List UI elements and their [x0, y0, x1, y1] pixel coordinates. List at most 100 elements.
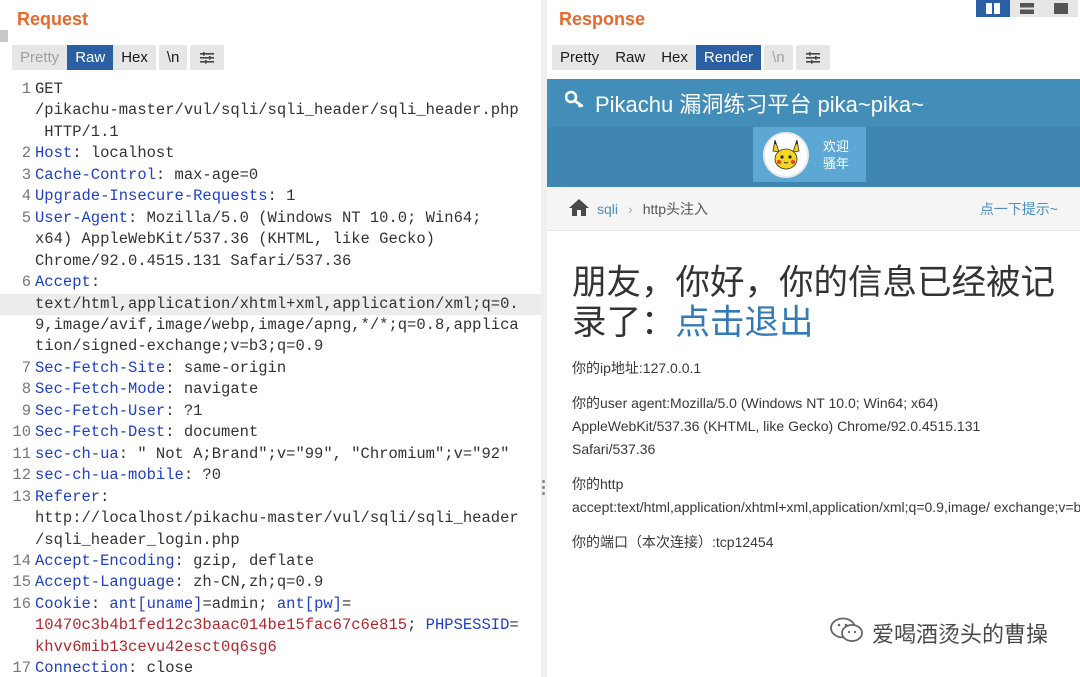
single-pane-icon[interactable]	[1044, 0, 1078, 17]
line-text: x64) AppleWebKit/537.36 (KHTML, like Gec…	[35, 229, 541, 250]
useragent-info: 你的user agent:Mozilla/5.0 (Windows NT 10.…	[572, 395, 981, 457]
line-text: /sqli_header_login.php	[35, 530, 541, 551]
header-value: x64) AppleWebKit/537.36 (KHTML, like Gec…	[35, 230, 435, 249]
breadcrumb-current: http头注入	[642, 200, 709, 217]
header-name: Cache-Control	[35, 165, 156, 184]
code-line: 8 Sec-Fetch-Mode: navigate	[0, 379, 541, 400]
header-value: : Mozilla/5.0 (Windows NT 10.0; Win64;	[128, 208, 482, 227]
line-text: tion/signed-exchange;v=b3;q=0.9	[35, 336, 541, 357]
header-name: sec-ch-ua-mobile	[35, 466, 184, 485]
watermark: 爱喝酒烫头的曹操	[830, 617, 1048, 649]
line-text: Chrome/92.0.4515.131 Safari/537.36	[35, 251, 541, 272]
line-text: Host: localhost	[35, 143, 541, 164]
header-value: :	[90, 594, 110, 613]
line-text: Referer:	[35, 487, 541, 508]
line-number	[0, 122, 35, 143]
avatar	[763, 131, 809, 178]
code-line: http://localhost/pikachu-master/vul/sqli…	[0, 508, 541, 529]
header-value: /sqli_header_login.php	[35, 530, 240, 549]
user-menu[interactable]: 欢迎 骚年	[753, 127, 866, 182]
tab-raw[interactable]: Raw	[67, 45, 114, 70]
code-line: tion/signed-exchange;v=b3;q=0.9	[0, 336, 541, 357]
line-number: 11	[12, 444, 31, 463]
header-value: text/html,application/xhtml+xml,applicat…	[35, 294, 519, 313]
line-number	[0, 637, 35, 658]
splitter-handle-icon[interactable]	[542, 480, 546, 495]
response-title: Response	[559, 9, 646, 29]
breadcrumb: sqli › http头注入 点一下提示~	[547, 187, 1080, 231]
cookie-value: 10470c3b4b1fed12c3baac014be15fac67c6e815	[35, 616, 408, 635]
line-number	[0, 251, 35, 272]
menu-lines-icon[interactable]	[795, 45, 830, 70]
line-text: Sec-Fetch-Dest: document	[35, 422, 541, 443]
header-value: : " Not A;Brand";v="99", "Chromium";v="9…	[118, 444, 510, 463]
site-header: Pikachu 漏洞练习平台 pika~pika~	[547, 79, 1080, 127]
cookie-value: khvv6mib13cevu42esct0q6sg6	[35, 637, 277, 656]
header-value: tion/signed-exchange;v=b3;q=0.9	[35, 337, 324, 356]
code-line: 7 Sec-Fetch-Site: same-origin	[0, 358, 541, 379]
header-value: : 1	[267, 187, 296, 206]
code-line: 14 Accept-Encoding: gzip, deflate	[0, 551, 541, 572]
line-number: 8	[21, 380, 31, 399]
code-line: x64) AppleWebKit/537.36 (KHTML, like Gec…	[0, 229, 541, 250]
line-text: Sec-Fetch-Site: same-origin	[35, 358, 541, 379]
header-value: :	[90, 273, 101, 292]
menu-lines-icon[interactable]	[190, 45, 225, 70]
newline-toggle-button[interactable]: \n	[764, 45, 793, 70]
pikachu-avatar-icon	[772, 139, 800, 169]
headline-text: 朋友，你好，你的信息已经被记录了：	[572, 264, 1055, 342]
header-value: : document	[165, 423, 259, 442]
breadcrumb-link-sqli[interactable]: sqli	[597, 201, 618, 217]
header-name: sec-ch-ua	[35, 444, 119, 463]
code-line: HTTP/1.1	[0, 122, 541, 143]
header-value: Chrome/92.0.4515.131 Safari/537.36	[35, 251, 352, 270]
header-name: Sec-Fetch-Mode	[35, 380, 166, 399]
tab-render[interactable]: Render	[695, 45, 762, 70]
username-line: 骚年	[823, 155, 850, 171]
header-value: =	[509, 616, 519, 635]
port-info: 你的端口（本次连接）:tcp12454	[572, 534, 774, 550]
line-number: 13	[12, 487, 31, 506]
code-line: 9,image/avif,image/webp,image/apng,*/*;q…	[0, 315, 541, 336]
split-rows-icon[interactable]	[1010, 0, 1044, 17]
line-text: http://localhost/pikachu-master/vul/sqli…	[35, 508, 541, 529]
header-value: :	[100, 487, 110, 506]
header-value: : max-age=0	[155, 165, 259, 184]
tab-pretty[interactable]: Pretty	[12, 45, 68, 70]
tab-hex[interactable]: Hex	[653, 45, 696, 70]
hint-link[interactable]: 点一下提示~	[980, 199, 1058, 219]
welcome-text: 欢迎 骚年	[823, 138, 849, 172]
logout-link[interactable]: 点击退出	[676, 304, 814, 342]
page-content: 朋友，你好，你的信息已经被记录了：点击退出 你的ip地址:127.0.0.1 你…	[547, 231, 1080, 554]
line-number: 10	[12, 423, 31, 442]
tab-hex[interactable]: Hex	[113, 45, 156, 70]
response-toolbar: Pretty Raw Hex Render \n	[552, 45, 830, 70]
header-value: : ?0	[183, 466, 222, 485]
request-editor[interactable]: 1 GET/pikachu-master/vul/sqli/sqli_header…	[0, 79, 541, 677]
tab-raw[interactable]: Raw	[607, 45, 654, 70]
code-line: 15 Accept-Language: zh-CN,zh;q=0.9	[0, 572, 541, 593]
header-name: Sec-Fetch-Dest	[35, 423, 166, 442]
newline-toggle-button[interactable]: \n	[158, 45, 188, 70]
chevron-right-icon: ›	[628, 200, 633, 217]
line-number: 7	[21, 358, 31, 377]
request-view-tabs: Pretty Raw Hex	[12, 45, 156, 70]
line-text: sec-ch-ua: " Not A;Brand";v="99", "Chrom…	[35, 444, 541, 465]
split-columns-icon[interactable]	[976, 0, 1010, 17]
header-value: =admin;	[202, 594, 277, 613]
code-line: 2 Host: localhost	[0, 143, 541, 164]
line-number: 5	[21, 208, 31, 227]
code-line: 4 Upgrade-Insecure-Requests: 1	[0, 186, 541, 207]
code-line: 9 Sec-Fetch-User: ?1	[0, 401, 541, 422]
header-name: ant[pw]	[276, 594, 342, 613]
headline: 朋友，你好，你的信息已经被记录了：点击退出	[572, 263, 1056, 343]
code-line: 10470c3b4b1fed12c3baac014be15fac67c6e815…	[0, 615, 541, 636]
key-icon	[564, 90, 587, 116]
home-icon[interactable]	[569, 198, 589, 219]
header-name: Sec-Fetch-User	[35, 401, 166, 420]
line-number: 12	[12, 466, 31, 485]
line-number	[0, 508, 35, 529]
tab-pretty[interactable]: Pretty	[552, 45, 608, 70]
code-line: 16 Cookie: ant[uname]=admin; ant[pw]=	[0, 594, 541, 615]
line-number	[0, 100, 35, 121]
